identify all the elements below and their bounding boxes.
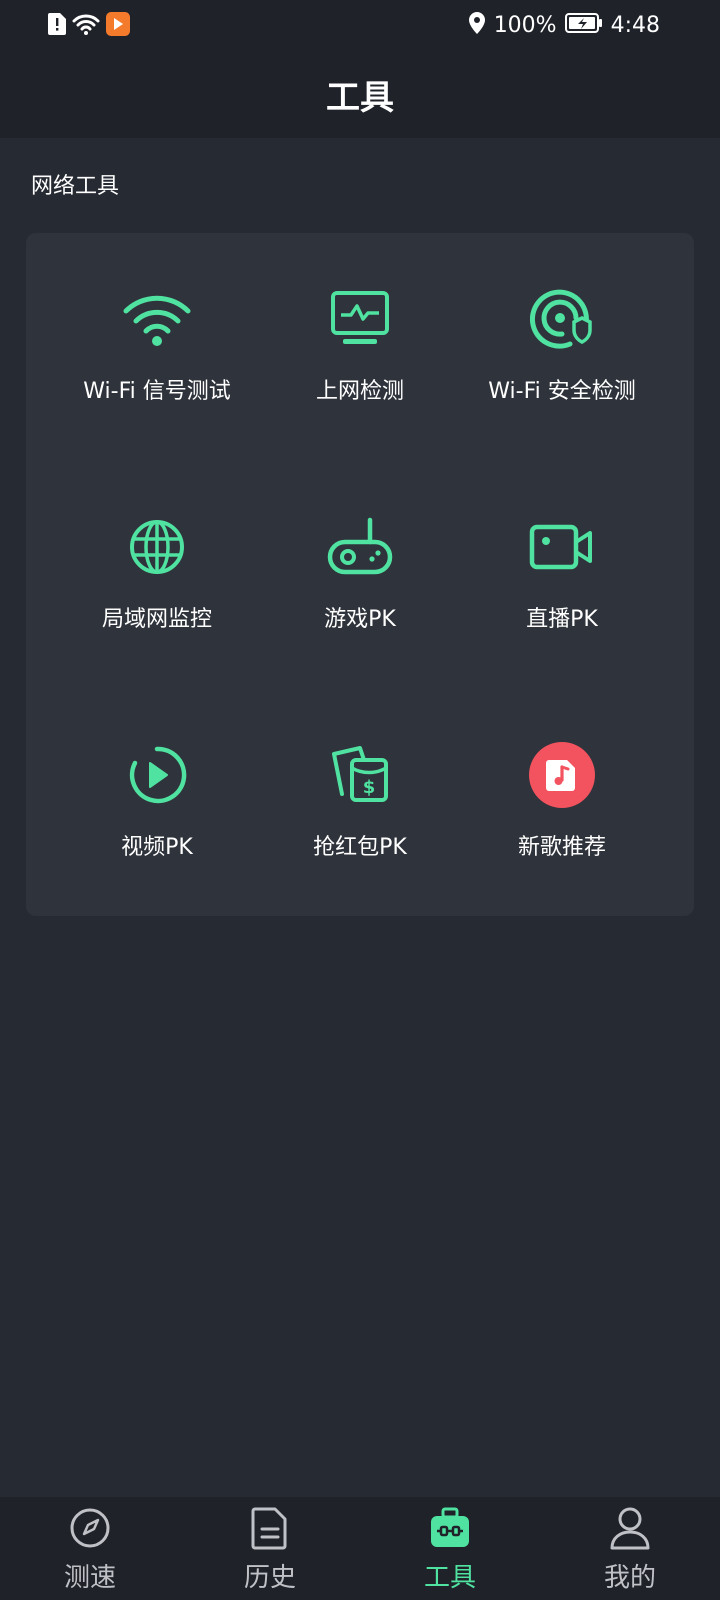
tool-wifi-security-check[interactable]: Wi-Fi 安全检测 — [462, 283, 662, 443]
nav-label: 历史 — [243, 1563, 296, 1593]
svg-text:$: $ — [363, 777, 376, 798]
tool-label: Wi-Fi 信号测试 — [83, 379, 231, 404]
bottom-nav: 测速 历史 工具 我的 — [0, 1497, 720, 1600]
document-icon — [247, 1505, 293, 1551]
gamepad-icon — [324, 511, 396, 583]
user-icon — [607, 1505, 653, 1551]
tool-video-pk[interactable]: 视频PK — [57, 739, 257, 899]
wifi-status-icon — [72, 13, 100, 39]
nav-speed-test[interactable]: 测速 — [0, 1497, 180, 1600]
nav-profile[interactable]: 我的 — [540, 1497, 720, 1600]
tool-label: Wi-Fi 安全检测 — [488, 379, 636, 404]
tool-new-song-recommend[interactable]: 新歌推荐 — [462, 739, 662, 899]
location-icon — [468, 12, 486, 38]
red-packet-icon: $ — [324, 739, 396, 811]
tool-label: 抢红包PK — [313, 835, 407, 860]
monitor-icon — [324, 283, 396, 355]
battery-percent: 100% — [493, 12, 557, 38]
nav-label: 工具 — [423, 1563, 476, 1593]
status-right-icons: 100% 4:48 — [468, 12, 660, 38]
tool-label: 游戏PK — [324, 607, 396, 632]
video-camera-icon — [526, 511, 598, 583]
speedometer-icon — [67, 1505, 113, 1551]
wifi-shield-icon — [526, 283, 598, 355]
tool-game-pk[interactable]: 游戏PK — [260, 511, 460, 671]
nav-tools[interactable]: 工具 — [360, 1497, 540, 1600]
nav-label: 测速 — [63, 1563, 116, 1593]
nav-label: 我的 — [603, 1563, 656, 1593]
tool-label: 新歌推荐 — [517, 835, 606, 860]
tool-label: 视频PK — [121, 835, 193, 860]
tool-live-pk[interactable]: 直播PK — [462, 511, 662, 671]
tool-label: 局域网监控 — [101, 607, 212, 632]
tool-wifi-signal-test[interactable]: Wi-Fi 信号测试 — [57, 283, 257, 443]
play-circle-icon — [121, 739, 193, 811]
tool-label: 直播PK — [526, 607, 598, 632]
tool-label: 上网检测 — [315, 379, 404, 404]
sim-alert-icon — [48, 13, 66, 39]
app-header: 工具 — [0, 50, 720, 138]
page-title: 工具 — [326, 77, 394, 118]
battery-charging-icon — [564, 12, 603, 38]
nav-history[interactable]: 历史 — [180, 1497, 360, 1600]
music-icon — [526, 739, 598, 811]
tools-grid: Wi-Fi 信号测试 上网检测 Wi-Fi 安全检测 局域网监控 游戏PK 直播… — [26, 233, 694, 916]
clock: 4:48 — [610, 12, 660, 38]
globe-icon — [121, 511, 193, 583]
tool-red-packet-pk[interactable]: $ 抢红包PK — [260, 739, 460, 899]
app-notification-icon — [106, 12, 130, 40]
status-bar: 100% 4:48 — [0, 0, 720, 50]
tool-lan-monitor[interactable]: 局域网监控 — [57, 511, 257, 671]
tool-internet-check[interactable]: 上网检测 — [260, 283, 460, 443]
status-left-icons — [48, 12, 130, 40]
toolbox-icon — [427, 1505, 473, 1551]
wifi-icon — [121, 283, 193, 355]
section-title: 网络工具 — [31, 174, 120, 199]
